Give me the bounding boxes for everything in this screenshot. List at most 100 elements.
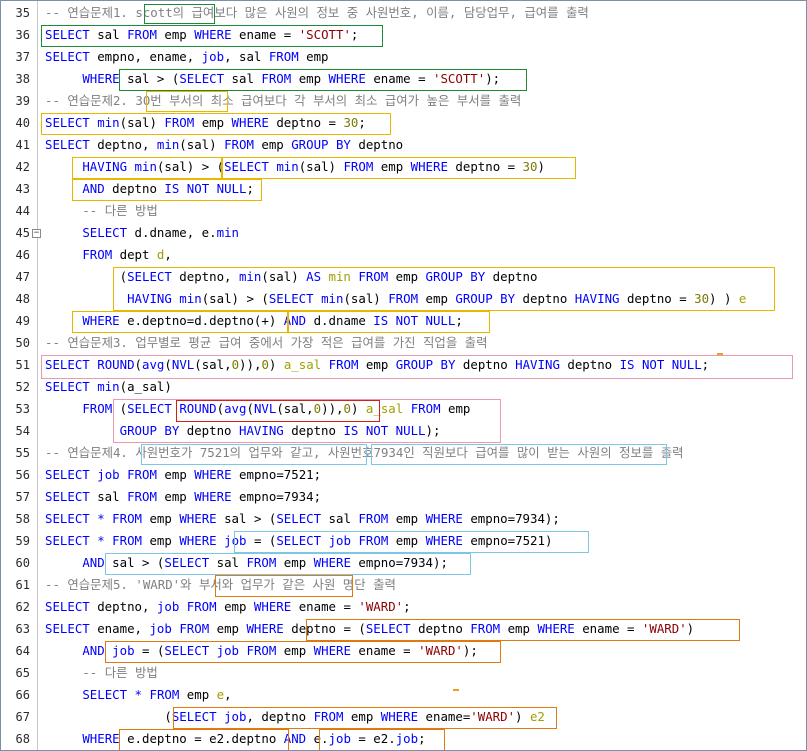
code-token: FROM: [127, 27, 157, 42]
code-token: AND: [283, 313, 307, 328]
code-line[interactable]: FROM dept d,: [45, 244, 172, 266]
code-token: 30: [343, 115, 359, 130]
code-token: ): [350, 401, 366, 416]
code-token: SELECT: [164, 555, 210, 570]
code-token: AND: [82, 643, 105, 658]
code-token: deptno: [179, 423, 239, 438]
code-line[interactable]: SELECT * FROM emp e,: [45, 684, 232, 706]
code-token: ROUND: [179, 401, 217, 416]
code-token: );: [462, 643, 478, 658]
code-line[interactable]: SELECT deptno, min(sal) FROM emp GROUP B…: [45, 134, 403, 156]
code-token: SELECT: [268, 291, 314, 306]
code-token: FROM: [358, 511, 389, 526]
code-token: -- 연습문제3. 업무별로 평균 급여 중에서 가장 적은 급여를 가진 직업…: [45, 335, 488, 350]
code-line[interactable]: -- 연습문제3. 업무별로 평균 급여 중에서 가장 적은 급여를 가진 직업…: [45, 332, 487, 354]
code-token: 'SCOTT': [433, 71, 486, 86]
code-token: WHERE: [328, 71, 366, 86]
code-line[interactable]: -- 연습문제4. 사원번호가 7521의 업무와 같고, 사원번호7934인 …: [45, 442, 684, 464]
code-token: WHERE: [425, 533, 463, 548]
code-line[interactable]: AND job = (SELECT job FROM emp WHERE ena…: [45, 640, 478, 662]
code-token: deptno,: [89, 599, 157, 614]
code-token: deptno = (: [283, 621, 366, 636]
code-area[interactable]: -- 연습문제1. scott의 급여보다 많은 사원의 정보 중 사원번호, …: [1, 1, 806, 750]
code-token: HAVING: [515, 357, 560, 372]
code-token: job: [156, 599, 180, 614]
code-token: emp: [373, 159, 411, 174]
code-line[interactable]: WHERE e.deptno=d.deptno(+) AND d.dname I…: [45, 310, 463, 332]
code-token: e.deptno=d.deptno(+): [119, 313, 284, 328]
code-token: (sal): [179, 137, 225, 152]
code-line[interactable]: SELECT min(a_sal): [45, 376, 172, 398]
code-token: FROM: [261, 71, 292, 86]
code-token: (: [112, 401, 128, 416]
code-line[interactable]: -- 연습문제2. 30번 부서의 최소 급여보다 각 부서의 최소 급여가 높…: [45, 90, 521, 112]
code-token: , deptno: [246, 709, 314, 724]
code-line[interactable]: SELECT deptno, job FROM emp WHERE ename …: [45, 596, 411, 618]
code-token: (sal): [298, 159, 344, 174]
code-token: empno=7521): [462, 533, 553, 548]
code-token: min: [97, 379, 120, 394]
code-token: d.dname: [306, 313, 374, 328]
code-token: WHERE: [313, 555, 351, 570]
code-token: emp: [156, 27, 195, 42]
code-line[interactable]: SELECT empno, ename, job, sal FROM emp: [45, 46, 329, 68]
code-token: deptno: [350, 137, 404, 152]
code-token: HAVING: [238, 423, 284, 438]
code-token: (: [45, 269, 128, 284]
code-token: min: [328, 269, 351, 284]
code-token: FROM: [179, 621, 210, 636]
code-line[interactable]: HAVING min(sal) > (SELECT min(sal) FROM …: [45, 156, 545, 178]
code-token: SELECT: [45, 115, 90, 130]
code-token: ename =: [350, 643, 419, 658]
code-line[interactable]: SELECT * FROM emp WHERE sal > (SELECT sa…: [45, 508, 560, 530]
code-line[interactable]: -- 연습문제5. 'WARD'와 부서와 업무가 같은 사원 명단 출력: [45, 574, 396, 596]
code-line[interactable]: SELECT job FROM emp WHERE empno=7521;: [45, 464, 321, 486]
code-line[interactable]: (SELECT deptno, min(sal) AS min FROM emp…: [45, 266, 538, 288]
code-line[interactable]: -- 연습문제1. scott의 급여보다 많은 사원의 정보 중 사원번호, …: [45, 2, 589, 24]
code-line[interactable]: -- 다른 방법: [45, 662, 157, 684]
code-token: FROM: [112, 511, 143, 526]
code-token: FROM: [186, 599, 217, 614]
code-line[interactable]: SELECT ROUND(avg(NVL(sal,0)),0) a_sal FR…: [45, 354, 709, 376]
code-line[interactable]: WHERE e.deptno = e2.deptno AND e.job = e…: [45, 728, 425, 750]
code-line[interactable]: AND deptno IS NOT NULL;: [45, 178, 254, 200]
code-token: = (: [134, 643, 165, 658]
code-token: (sal): [343, 291, 389, 306]
code-line[interactable]: SELECT sal FROM emp WHERE ename = 'SCOTT…: [45, 24, 358, 46]
code-line[interactable]: AND sal > (SELECT sal FROM emp WHERE emp…: [45, 552, 448, 574]
code-token: deptno =: [447, 159, 523, 174]
code-line[interactable]: GROUP BY deptno HAVING deptno IS NOT NUL…: [45, 420, 441, 442]
code-token: SELECT: [45, 489, 90, 504]
code-line[interactable]: SELECT sal FROM emp WHERE empno=7934;: [45, 486, 321, 508]
code-token: ;: [350, 27, 359, 42]
code-token: ,: [164, 247, 172, 262]
code-token: deptno,: [171, 269, 239, 284]
code-line[interactable]: SELECT min(sal) FROM emp WHERE deptno = …: [45, 112, 366, 134]
code-token: GROUP BY: [119, 423, 180, 438]
code-token: SELECT: [276, 511, 322, 526]
code-token: FROM: [328, 357, 359, 372]
code-line[interactable]: -- 다른 방법: [45, 200, 157, 222]
sql-editor[interactable]: 35 36 37 38 39 40 41 42 43 44 45 46 47 48 49 50 51 52 53 54…: [0, 0, 807, 751]
code-line[interactable]: SELECT * FROM emp WHERE job = (SELECT jo…: [45, 530, 552, 552]
code-line[interactable]: SELECT ename, job FROM emp WHERE deptno …: [45, 618, 694, 640]
code-token: ): [537, 159, 545, 174]
code-token: deptno,: [89, 137, 157, 152]
code-token: HAVING: [574, 291, 620, 306]
code-line[interactable]: WHERE sal > (SELECT sal FROM emp WHERE e…: [45, 68, 500, 90]
code-line[interactable]: HAVING min(sal) > (SELECT min(sal) FROM …: [45, 288, 746, 310]
code-line[interactable]: FROM (SELECT ROUND(avg(NVL(sal,0)),0) a_…: [45, 398, 470, 420]
code-token: dept: [112, 247, 157, 262]
code-token: WHERE: [246, 621, 284, 636]
code-line[interactable]: (SELECT job, deptno FROM emp WHERE ename…: [45, 706, 545, 728]
code-token: SELECT: [82, 687, 128, 702]
code-line[interactable]: SELECT d.dname, e.min: [45, 222, 239, 244]
code-token: FROM: [149, 687, 180, 702]
code-token: ,: [224, 687, 232, 702]
code-token: deptno: [485, 269, 538, 284]
